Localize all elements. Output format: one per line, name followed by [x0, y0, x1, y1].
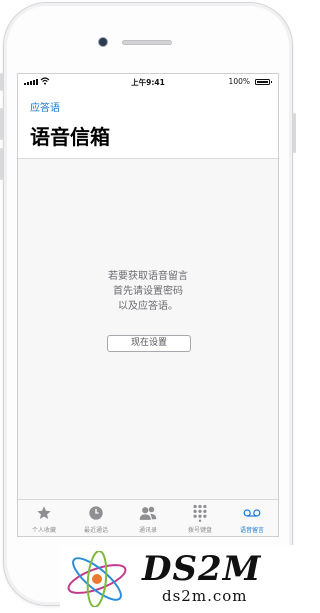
greeting-link[interactable]: 应答语	[30, 99, 60, 114]
tab-label: 语音留言	[239, 527, 264, 534]
setup-message-line: 以及应答语。	[118, 301, 178, 312]
battery-icon	[255, 79, 272, 85]
status-bar: 上午9:41 100%	[18, 74, 278, 90]
front-camera	[98, 37, 108, 47]
tab-voicemail[interactable]: 语音留言	[226, 500, 278, 536]
atom-logo-icon	[62, 550, 132, 611]
earpiece-speaker	[122, 40, 172, 45]
setup-message: 若要获取语音留言 首先请设置密码 以及应答语。	[18, 269, 278, 314]
tab-label: 最近通话	[83, 527, 108, 534]
power-button	[293, 113, 296, 153]
tab-contacts[interactable]: 通讯录	[122, 500, 174, 536]
voicemail-icon	[243, 504, 261, 522]
voicemail-content	[18, 159, 278, 499]
tab-recents[interactable]: 最近通话	[70, 500, 122, 536]
watermark-brand: DS2M	[142, 549, 262, 589]
tab-keypad[interactable]: 拨号键盘	[174, 500, 226, 536]
page-title: 语音信箱	[30, 125, 110, 149]
phone-screen: 上午9:41 100% 应答语 语音信箱 若要获取语音留言 首先请设置密码 以及…	[17, 73, 279, 537]
setup-message-line: 若要获取语音留言	[108, 271, 188, 282]
clock-icon	[87, 504, 105, 522]
set-up-now-button[interactable]: 现在设置	[107, 335, 191, 352]
tab-favorites[interactable]: 个人收藏	[18, 500, 70, 536]
watermark: DS2M ds2m.com	[60, 545, 298, 611]
mute-switch	[0, 73, 3, 91]
star-icon	[35, 504, 53, 522]
watermark-url: ds2m.com	[162, 587, 248, 605]
contacts-icon	[139, 504, 157, 522]
battery-percent: 100%	[228, 77, 250, 86]
tab-label: 通讯录	[138, 527, 157, 534]
volume-down-button	[0, 148, 3, 180]
setup-message-line: 首先请设置密码	[113, 286, 183, 297]
tab-label: 个人收藏	[31, 527, 56, 534]
keypad-icon	[191, 504, 209, 522]
volume-up-button	[0, 108, 3, 140]
tab-label: 拨号键盘	[187, 527, 212, 534]
tab-bar: 个人收藏 最近通话 通讯录 拨号键盘 语音留言	[18, 499, 278, 536]
